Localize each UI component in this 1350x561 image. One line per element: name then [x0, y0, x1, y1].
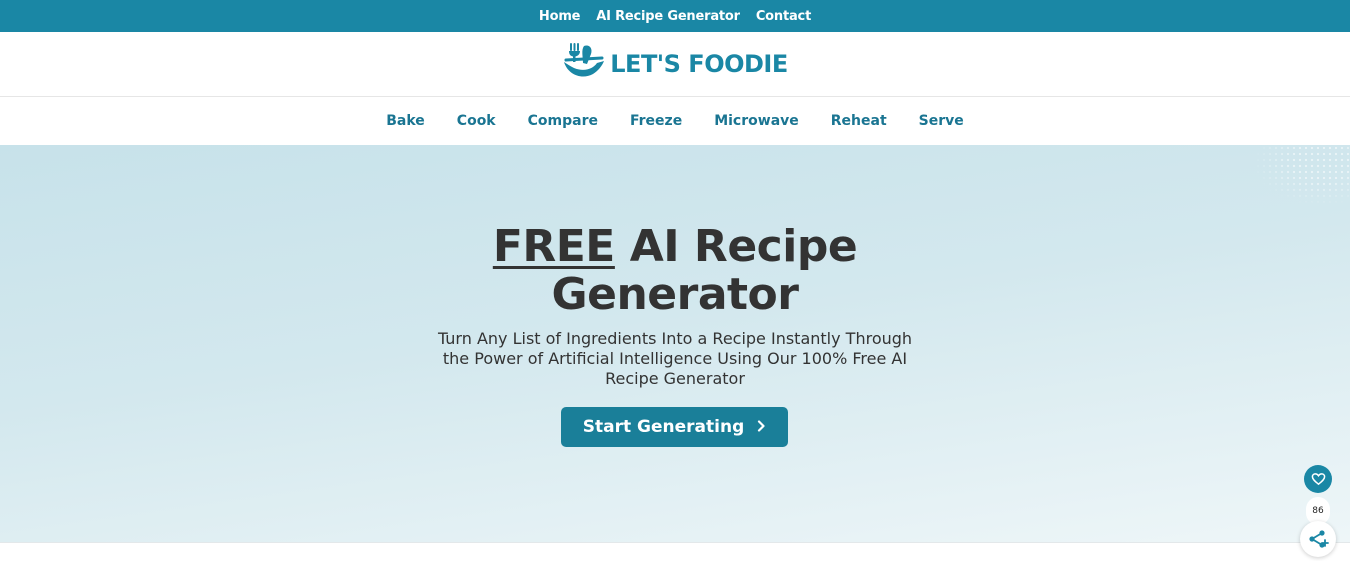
category-nav-freeze[interactable]: Freeze: [630, 113, 682, 129]
start-generating-label: Start Generating: [582, 417, 745, 437]
category-nav-cook[interactable]: Cook: [457, 113, 496, 129]
decorative-dot-pattern: [1255, 145, 1350, 205]
category-nav-reheat[interactable]: Reheat: [831, 113, 887, 129]
category-nav-microwave[interactable]: Microwave: [714, 113, 799, 129]
top-nav: Home AI Recipe Generator Contact: [0, 0, 1350, 32]
category-nav-bake[interactable]: Bake: [386, 113, 425, 129]
hero-section: FREE AI Recipe Generator Turn Any List o…: [0, 145, 1350, 543]
hero-title-highlight: FREE: [492, 221, 616, 272]
top-nav-ai-recipe-generator[interactable]: AI Recipe Generator: [596, 9, 740, 24]
category-nav: Bake Cook Compare Freeze Microwave Rehea…: [0, 97, 1350, 145]
hero-subtitle: Turn Any List of Ingredients Into a Reci…: [437, 329, 913, 388]
category-nav-compare[interactable]: Compare: [528, 113, 598, 129]
category-nav-serve[interactable]: Serve: [919, 113, 964, 129]
start-generating-button[interactable]: Start Generating: [561, 407, 788, 447]
site-logo[interactable]: LET'S FOODIE: [562, 42, 788, 86]
share-widget: 86: [1299, 463, 1337, 557]
header-logo-bar: LET'S FOODIE: [0, 32, 1350, 97]
share-icon[interactable]: [1300, 521, 1336, 557]
top-nav-home[interactable]: Home: [539, 9, 581, 24]
top-nav-contact[interactable]: Contact: [756, 9, 811, 24]
hero-title: FREE AI Recipe Generator: [375, 223, 975, 319]
bowl-utensils-icon: [562, 42, 606, 86]
site-logo-text: LET'S FOODIE: [610, 50, 788, 78]
chevron-right-icon: [756, 417, 766, 437]
heart-icon[interactable]: [1304, 465, 1332, 493]
